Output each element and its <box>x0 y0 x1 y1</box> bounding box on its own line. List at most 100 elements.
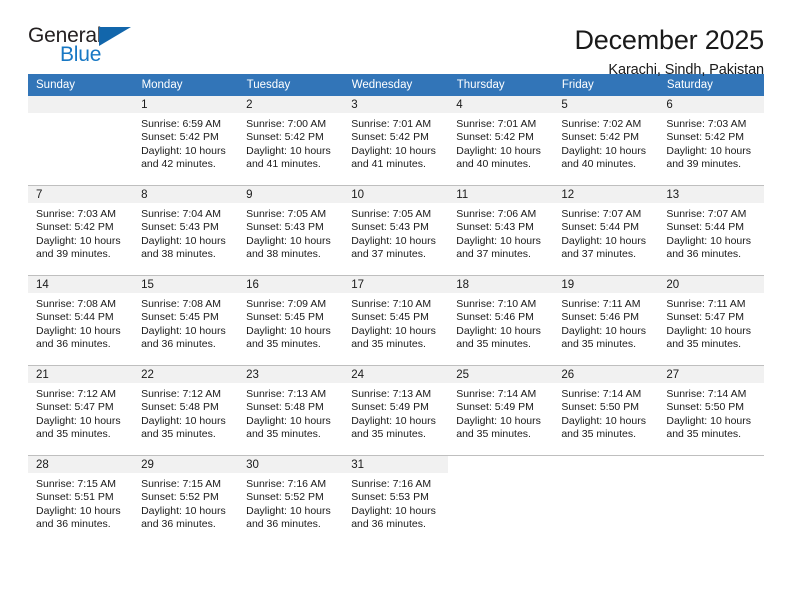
sunrise-text: Sunrise: 7:16 AM <box>351 478 432 490</box>
daylight-text: Daylight: 10 hours and 36 minutes. <box>246 504 331 531</box>
daylight-text: Daylight: 10 hours and 35 minutes. <box>561 414 646 441</box>
calendar-day-cell-5[interactable]: 5 Sunrise: 7:02 AM Sunset: 5:42 PM Daylight… <box>553 96 659 186</box>
calendar-day-cell-27[interactable]: 27 Sunrise: 7:14 AM Sunset: 5:50 PM Dayligh… <box>658 365 764 456</box>
calendar-day-cell-24[interactable]: 24 Sunrise: 7:13 AM Sunset: 5:49 PM Dayligh… <box>343 365 449 456</box>
calendar-day-cell-1[interactable]: 1 Sunrise: 6:59 AM Sunset: 5:42 PM Daylight… <box>133 96 239 186</box>
calendar-day-cell-31[interactable]: 31 Sunrise: 7:16 AM Sunset: 5:53 PM Dayligh… <box>343 455 449 545</box>
calendar-day-cell-3[interactable]: 3 Sunrise: 7:01 AM Sunset: 5:42 PM Daylight… <box>343 96 449 186</box>
sunrise-text: Sunrise: 7:05 AM <box>351 208 432 220</box>
calendar-body: 1 Sunrise: 6:59 AM Sunset: 5:42 PM Daylight… <box>28 96 764 545</box>
calendar-day-cell-4[interactable]: 4 Sunrise: 7:01 AM Sunset: 5:42 PM Daylight… <box>448 96 554 186</box>
day-number: 8 <box>133 186 239 203</box>
day-sun-info: Sunrise: 7:14 AM Sunset: 5:49 PM Daylight:… <box>448 383 553 442</box>
sunset-text: Sunset: 5:51 PM <box>36 491 114 504</box>
calendar-day-cell-17[interactable]: 17 Sunrise: 7:10 AM Sunset: 5:45 PM Dayligh… <box>343 275 449 366</box>
daylight-text: Daylight: 10 hours and 35 minutes. <box>666 414 752 441</box>
calendar-week-row: 1 Sunrise: 6:59 AM Sunset: 5:42 PM Daylight… <box>28 96 764 186</box>
day-number: 21 <box>28 366 134 383</box>
calendar-day-cell-26[interactable]: 26 Sunrise: 7:14 AM Sunset: 5:50 PM Dayligh… <box>553 365 659 456</box>
calendar-day-cell-28[interactable]: 28 Sunrise: 7:15 AM Sunset: 5:51 PM Dayligh… <box>28 455 134 545</box>
calendar-day-cell-empty <box>553 455 659 545</box>
day-number: 31 <box>343 456 449 473</box>
title-block: December 2025 Karachi, Sindh, Pakistan <box>574 24 764 78</box>
weekday-header-tuesday: Tuesday <box>238 74 344 96</box>
day-number: 11 <box>448 186 554 203</box>
day-number: 19 <box>553 276 659 293</box>
day-sun-info: Sunrise: 7:09 AM Sunset: 5:45 PM Daylight:… <box>238 293 343 352</box>
day-number: 25 <box>448 366 554 383</box>
sunrise-text: Sunrise: 7:12 AM <box>36 388 116 400</box>
day-sun-info: Sunrise: 7:07 AM Sunset: 5:44 PM Daylight:… <box>658 203 763 262</box>
calendar-day-cell-15[interactable]: 15 Sunrise: 7:08 AM Sunset: 5:45 PM Dayligh… <box>133 275 239 366</box>
day-number: 30 <box>238 456 344 473</box>
day-number: 9 <box>238 186 344 203</box>
calendar-day-cell-21[interactable]: 21 Sunrise: 7:12 AM Sunset: 5:47 PM Dayligh… <box>28 365 134 456</box>
calendar-day-cell-14[interactable]: 14 Sunrise: 7:08 AM Sunset: 5:44 PM Dayligh… <box>28 275 134 366</box>
calendar-day-cell-8[interactable]: 8 Sunrise: 7:04 AM Sunset: 5:43 PM Daylight… <box>133 185 239 276</box>
day-number: 13 <box>658 186 764 203</box>
calendar-day-cell-20[interactable]: 20 Sunrise: 7:11 AM Sunset: 5:47 PM Dayligh… <box>658 275 764 366</box>
calendar-day-cell-22[interactable]: 22 Sunrise: 7:12 AM Sunset: 5:48 PM Dayligh… <box>133 365 239 456</box>
day-sun-info: Sunrise: 7:16 AM Sunset: 5:53 PM Daylight:… <box>343 473 448 532</box>
sunrise-text: Sunrise: 7:03 AM <box>36 208 116 220</box>
sunset-text: Sunset: 5:44 PM <box>666 221 745 234</box>
weekday-header-thursday: Thursday <box>448 74 554 96</box>
day-number <box>658 456 764 473</box>
calendar-day-cell-2[interactable]: 2 Sunrise: 7:00 AM Sunset: 5:42 PM Daylight… <box>238 96 344 186</box>
day-number: 15 <box>133 276 239 293</box>
calendar-week-row: 14 Sunrise: 7:08 AM Sunset: 5:44 PM Dayligh… <box>28 275 764 366</box>
sunrise-text: Sunrise: 7:03 AM <box>666 118 747 130</box>
day-sun-info: Sunrise: 7:06 AM Sunset: 5:43 PM Daylight:… <box>448 203 553 262</box>
daylight-text: Daylight: 10 hours and 41 minutes. <box>246 144 331 171</box>
calendar-day-cell-25[interactable]: 25 Sunrise: 7:14 AM Sunset: 5:49 PM Dayligh… <box>448 365 554 456</box>
daylight-text: Daylight: 10 hours and 35 minutes. <box>666 324 752 351</box>
calendar-day-cell-12[interactable]: 12 Sunrise: 7:07 AM Sunset: 5:44 PM Dayligh… <box>553 185 659 276</box>
calendar-day-cell-10[interactable]: 10 Sunrise: 7:05 AM Sunset: 5:43 PM Dayligh… <box>343 185 449 276</box>
day-sun-info: Sunrise: 7:10 AM Sunset: 5:46 PM Daylight:… <box>448 293 553 352</box>
daylight-text: Daylight: 10 hours and 35 minutes. <box>456 414 541 441</box>
calendar-day-cell-6[interactable]: 6 Sunrise: 7:03 AM Sunset: 5:42 PM Daylight… <box>658 96 764 186</box>
day-number: 12 <box>553 186 659 203</box>
daylight-text: Daylight: 10 hours and 36 minutes. <box>141 324 226 351</box>
daylight-text: Daylight: 10 hours and 37 minutes. <box>456 234 541 261</box>
calendar-table: Sunday Monday Tuesday Wednesday Thursday Frid… <box>28 74 765 545</box>
calendar-day-cell-7[interactable]: 7 Sunrise: 7:03 AM Sunset: 5:42 PM Daylight… <box>28 185 134 276</box>
daylight-text: Daylight: 10 hours and 35 minutes. <box>351 324 436 351</box>
sunset-text: Sunset: 5:46 PM <box>456 311 534 324</box>
calendar-day-cell-13[interactable]: 13 Sunrise: 7:07 AM Sunset: 5:44 PM Dayligh… <box>658 185 764 276</box>
general-blue-logo[interactable]: General Blue <box>28 24 148 72</box>
daylight-text: Daylight: 10 hours and 42 minutes. <box>141 144 226 171</box>
daylight-text: Daylight: 10 hours and 35 minutes. <box>36 414 121 441</box>
day-number <box>553 456 659 473</box>
calendar-day-cell-30[interactable]: 30 Sunrise: 7:16 AM Sunset: 5:52 PM Dayligh… <box>238 455 344 545</box>
calendar-day-cell-11[interactable]: 11 Sunrise: 7:06 AM Sunset: 5:43 PM Dayligh… <box>448 185 554 276</box>
calendar-day-cell-18[interactable]: 18 Sunrise: 7:10 AM Sunset: 5:46 PM Dayligh… <box>448 275 554 366</box>
daylight-text: Daylight: 10 hours and 35 minutes. <box>351 414 436 441</box>
page-subtitle: Karachi, Sindh, Pakistan <box>608 62 764 79</box>
daylight-text: Daylight: 10 hours and 39 minutes. <box>36 234 121 261</box>
sunrise-text: Sunrise: 6:59 AM <box>141 118 222 130</box>
sunrise-text: Sunrise: 7:11 AM <box>561 298 641 310</box>
day-sun-info: Sunrise: 7:08 AM Sunset: 5:44 PM Daylight:… <box>28 293 133 352</box>
calendar-day-cell-29[interactable]: 29 Sunrise: 7:15 AM Sunset: 5:52 PM Dayligh… <box>133 455 239 545</box>
daylight-text: Daylight: 10 hours and 38 minutes. <box>246 234 331 261</box>
sunrise-text: Sunrise: 7:16 AM <box>246 478 327 490</box>
daylight-text: Daylight: 10 hours and 40 minutes. <box>561 144 646 171</box>
calendar-day-cell-19[interactable]: 19 Sunrise: 7:11 AM Sunset: 5:46 PM Dayligh… <box>553 275 659 366</box>
day-number: 29 <box>133 456 239 473</box>
daylight-text: Daylight: 10 hours and 35 minutes. <box>246 414 331 441</box>
sunset-text: Sunset: 5:44 PM <box>561 221 639 234</box>
calendar-day-cell-9[interactable]: 9 Sunrise: 7:05 AM Sunset: 5:43 PM Daylight… <box>238 185 344 276</box>
day-number: 22 <box>133 366 239 383</box>
day-number: 1 <box>133 96 239 113</box>
sunrise-text: Sunrise: 7:11 AM <box>666 298 746 310</box>
day-sun-info: Sunrise: 7:01 AM Sunset: 5:42 PM Daylight:… <box>343 113 448 172</box>
day-sun-info: Sunrise: 7:10 AM Sunset: 5:45 PM Daylight:… <box>343 293 448 352</box>
sunrise-text: Sunrise: 7:14 AM <box>561 388 642 400</box>
weekday-header-sunday: Sunday <box>28 74 134 96</box>
calendar-day-cell-23[interactable]: 23 Sunrise: 7:13 AM Sunset: 5:48 PM Dayligh… <box>238 365 344 456</box>
calendar-day-cell-empty <box>658 455 764 545</box>
calendar-day-cell-16[interactable]: 16 Sunrise: 7:09 AM Sunset: 5:45 PM Dayligh… <box>238 275 344 366</box>
sunrise-text: Sunrise: 7:04 AM <box>141 208 222 220</box>
sunrise-text: Sunrise: 7:00 AM <box>246 118 327 130</box>
